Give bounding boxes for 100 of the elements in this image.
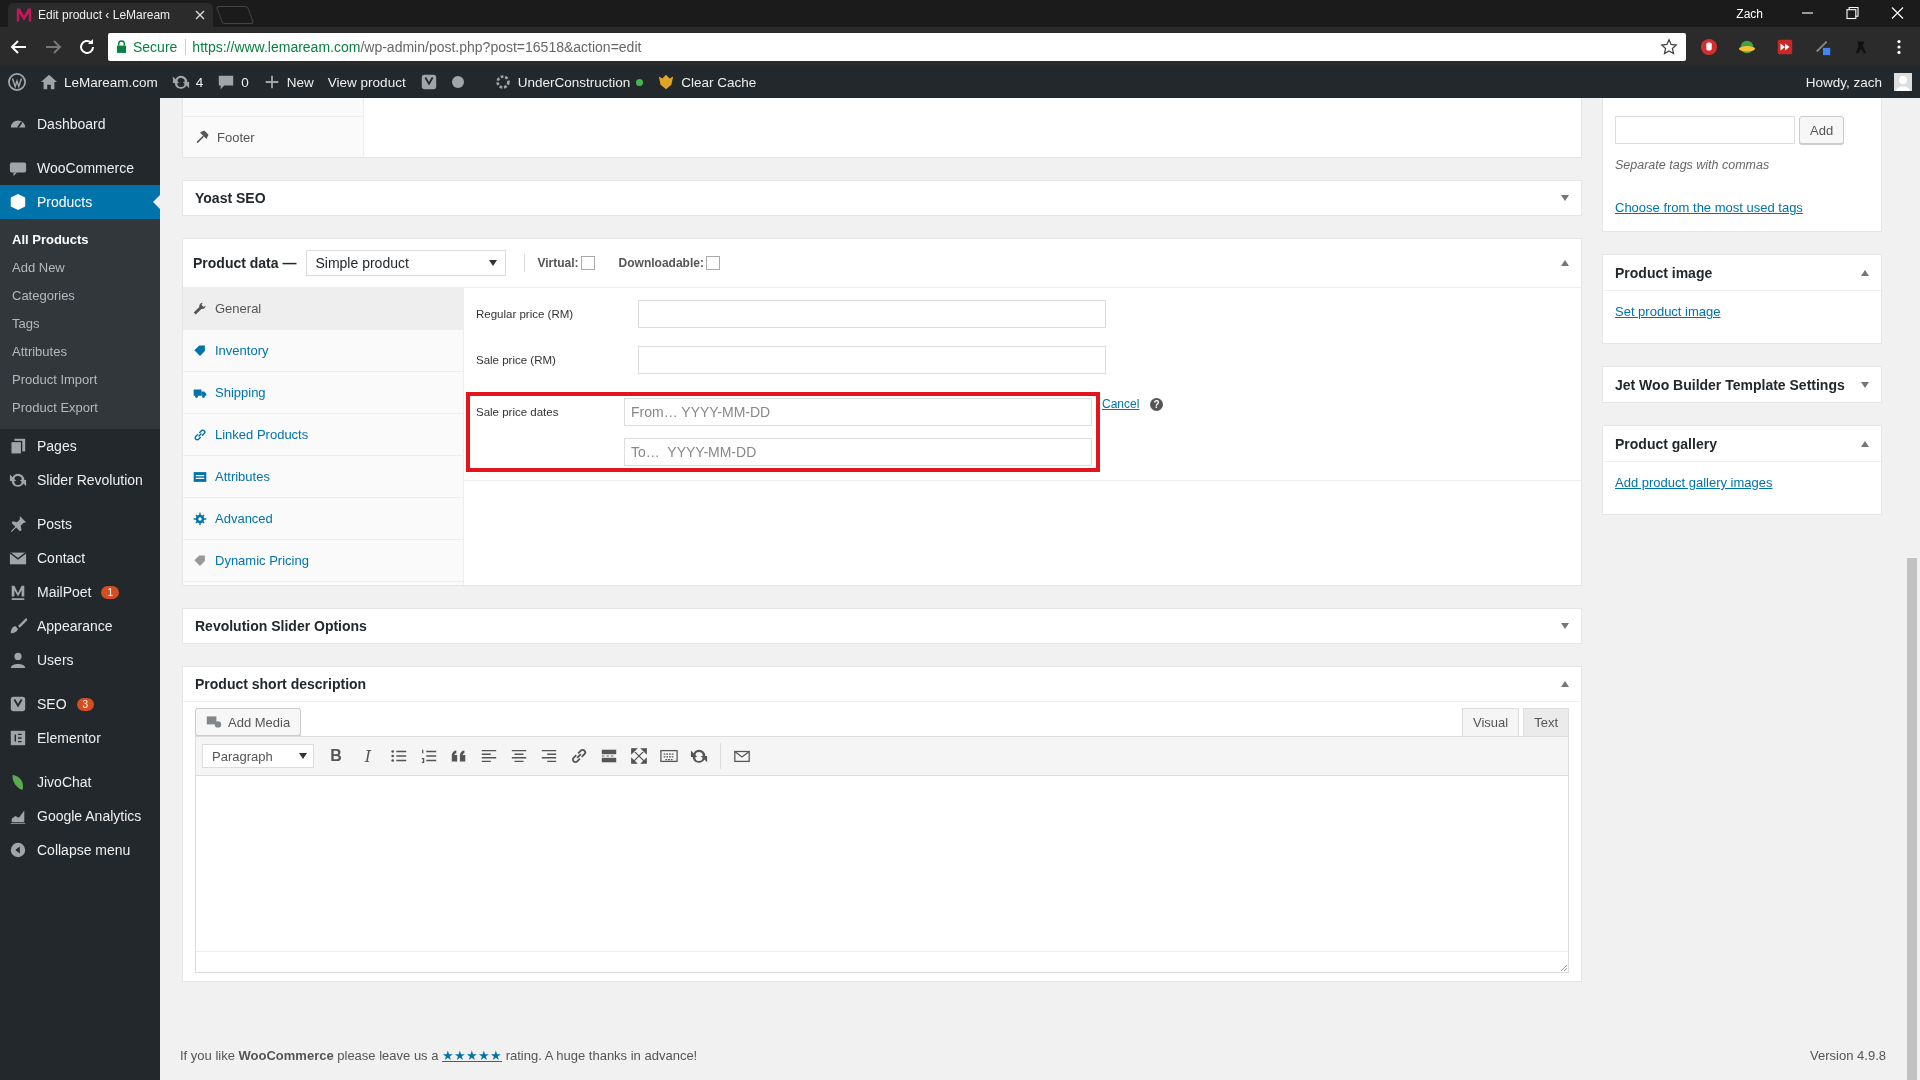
count-badge: 1 xyxy=(101,585,120,599)
view-product-link[interactable]: View product xyxy=(327,74,406,90)
toggle-arrow-icon[interactable] xyxy=(1861,269,1869,276)
site-link[interactable]: LeMaream.com xyxy=(40,73,158,91)
avatar-icon xyxy=(1894,73,1912,91)
person-icon xyxy=(9,651,27,669)
menu-item[interactable]: Products xyxy=(0,185,160,219)
submenu-item[interactable]: Categories xyxy=(0,281,160,309)
lock-icon xyxy=(116,40,127,53)
menu-item[interactable]: Collapse menu xyxy=(0,833,160,867)
format-select[interactable]: Paragraph xyxy=(202,744,314,768)
comments-link[interactable]: 0 xyxy=(217,73,249,91)
align-left-icon[interactable] xyxy=(480,747,498,765)
resize-grip-icon[interactable] xyxy=(1558,962,1568,972)
date-field[interactable]: To… YYYY-MM-DD xyxy=(624,438,1092,466)
submenu-item[interactable]: Product Import xyxy=(0,365,160,393)
link-icon[interactable] xyxy=(570,747,588,765)
submenu-item[interactable]: Attributes xyxy=(0,337,160,365)
menu-item[interactable]: Posts xyxy=(0,507,160,541)
submenu-item[interactable]: All Products xyxy=(0,225,160,253)
crown-icon xyxy=(657,73,676,91)
tag-field[interactable] xyxy=(1615,116,1795,144)
menu-item[interactable]: Contact xyxy=(0,541,160,575)
house-icon xyxy=(40,73,58,91)
star-icon[interactable] xyxy=(1660,37,1678,56)
refresh-icon[interactable] xyxy=(690,747,708,765)
account-menu[interactable]: Howdy, zach xyxy=(1805,73,1912,91)
product-tab[interactable]: Attributes xyxy=(183,456,463,498)
speech-bubble-icon xyxy=(217,73,236,91)
help-icon[interactable]: ? xyxy=(1150,398,1163,411)
hint-text: Separate tags with commas xyxy=(1615,158,1771,172)
menu-item[interactable]: Elementor xyxy=(0,721,160,755)
most-used-tags-link[interactable]: Choose from the most used tags xyxy=(1615,200,1869,215)
menu-item[interactable]: Users xyxy=(0,643,160,677)
price-field[interactable] xyxy=(638,346,1106,374)
address-bar[interactable]: Secure https://www.lemaream.com/wp-admin/post.php?post=16518&action=edit xyxy=(108,32,1686,61)
keyboard-icon[interactable] xyxy=(660,747,678,765)
menu-item[interactable]: Dashboard xyxy=(0,107,160,141)
menu-item[interactable]: Google Analytics xyxy=(0,799,160,833)
toggle-arrow-icon[interactable] xyxy=(1561,260,1569,266)
toggle-arrow-icon[interactable] xyxy=(1561,623,1569,629)
field-label: Regular price (RM) xyxy=(476,308,575,320)
toggle-arrow-icon[interactable] xyxy=(1561,195,1569,201)
option-checkbox[interactable]: Downloadable: xyxy=(618,256,720,270)
profile-name[interactable]: Zach xyxy=(1736,6,1763,21)
collapsible-panel[interactable]: Revolution Slider Options xyxy=(182,608,1582,644)
submenu-item[interactable]: Product Export xyxy=(0,393,160,421)
product-type-select[interactable]: Simple product xyxy=(306,250,507,276)
bold-button[interactable]: B xyxy=(326,747,346,765)
add-tag-button[interactable]: Add xyxy=(1799,116,1845,144)
italic-button[interactable]: I xyxy=(358,746,378,766)
menu-item[interactable]: MailPoet 1 xyxy=(0,575,160,609)
option-checkbox[interactable]: Virtual: xyxy=(537,256,595,270)
add-media-button[interactable]: Add Media xyxy=(195,708,302,736)
menu-item[interactable]: Appearance xyxy=(0,609,160,643)
editor-mode-tab[interactable]: Text xyxy=(1523,708,1569,736)
menu-item[interactable]: Slider Revolution xyxy=(0,463,160,497)
pushpin-icon xyxy=(9,515,27,533)
panel-link[interactable]: Set product image xyxy=(1615,304,1721,319)
status-dot-icon xyxy=(636,78,644,86)
m-mark-icon xyxy=(9,583,27,601)
product-tab[interactable]: Linked Products xyxy=(183,414,463,456)
new-link[interactable]: New xyxy=(262,73,314,91)
rating-link[interactable]: ★★★★★ xyxy=(442,1047,503,1063)
price-field[interactable] xyxy=(638,300,1106,328)
date-field[interactable]: From… YYYY-MM-DD xyxy=(624,398,1092,426)
menu-item[interactable]: WooCommerce xyxy=(0,151,160,185)
menu-item[interactable]: SEO 3 xyxy=(0,687,160,721)
menu-item[interactable]: Pages xyxy=(0,429,160,463)
product-tab[interactable]: Shipping xyxy=(183,372,463,414)
collapsible-panel[interactable]: Yoast SEO xyxy=(182,180,1582,216)
toggle-arrow-icon[interactable] xyxy=(1861,381,1869,388)
editor-mode-tab[interactable]: Visual xyxy=(1461,708,1520,736)
product-tab[interactable]: Dynamic Pricing xyxy=(183,540,463,582)
product-tab[interactable]: Advanced xyxy=(183,498,463,540)
cancel-link[interactable]: Cancel xyxy=(1102,397,1140,411)
construction-link[interactable]: UnderConstruction xyxy=(493,73,644,91)
numbered-list-icon[interactable] xyxy=(420,747,438,765)
fullscreen-icon[interactable] xyxy=(630,747,648,765)
updates-link[interactable]: 4 xyxy=(171,73,204,91)
browser-tab[interactable]: Edit product ‹ LeMaream xyxy=(8,3,213,27)
media-icon xyxy=(206,714,222,730)
clear-cache-link[interactable]: Clear Cache xyxy=(657,73,757,91)
toggle-arrow-icon[interactable] xyxy=(1561,681,1569,687)
read-more-icon[interactable] xyxy=(600,747,618,765)
toggle-arrow-icon[interactable] xyxy=(1861,440,1869,447)
product-tab[interactable]: Inventory xyxy=(183,330,463,372)
product-tab[interactable]: General xyxy=(183,288,463,330)
submenu-item[interactable]: Tags xyxy=(0,309,160,337)
panel-link[interactable]: Add product gallery images xyxy=(1615,475,1773,490)
wordpress-logo-icon[interactable] xyxy=(8,73,26,91)
align-center-icon[interactable] xyxy=(510,747,528,765)
stop-sign-icon[interactable] xyxy=(1700,37,1718,56)
fast-forward-icon[interactable] xyxy=(1776,37,1794,56)
close-icon[interactable] xyxy=(195,10,205,20)
submenu-item[interactable]: Add New xyxy=(0,253,160,281)
hammer-icon xyxy=(195,130,209,144)
menu-item[interactable]: JivoChat xyxy=(0,765,160,799)
bullet-list-icon[interactable] xyxy=(390,747,408,765)
align-right-icon[interactable] xyxy=(540,747,558,765)
